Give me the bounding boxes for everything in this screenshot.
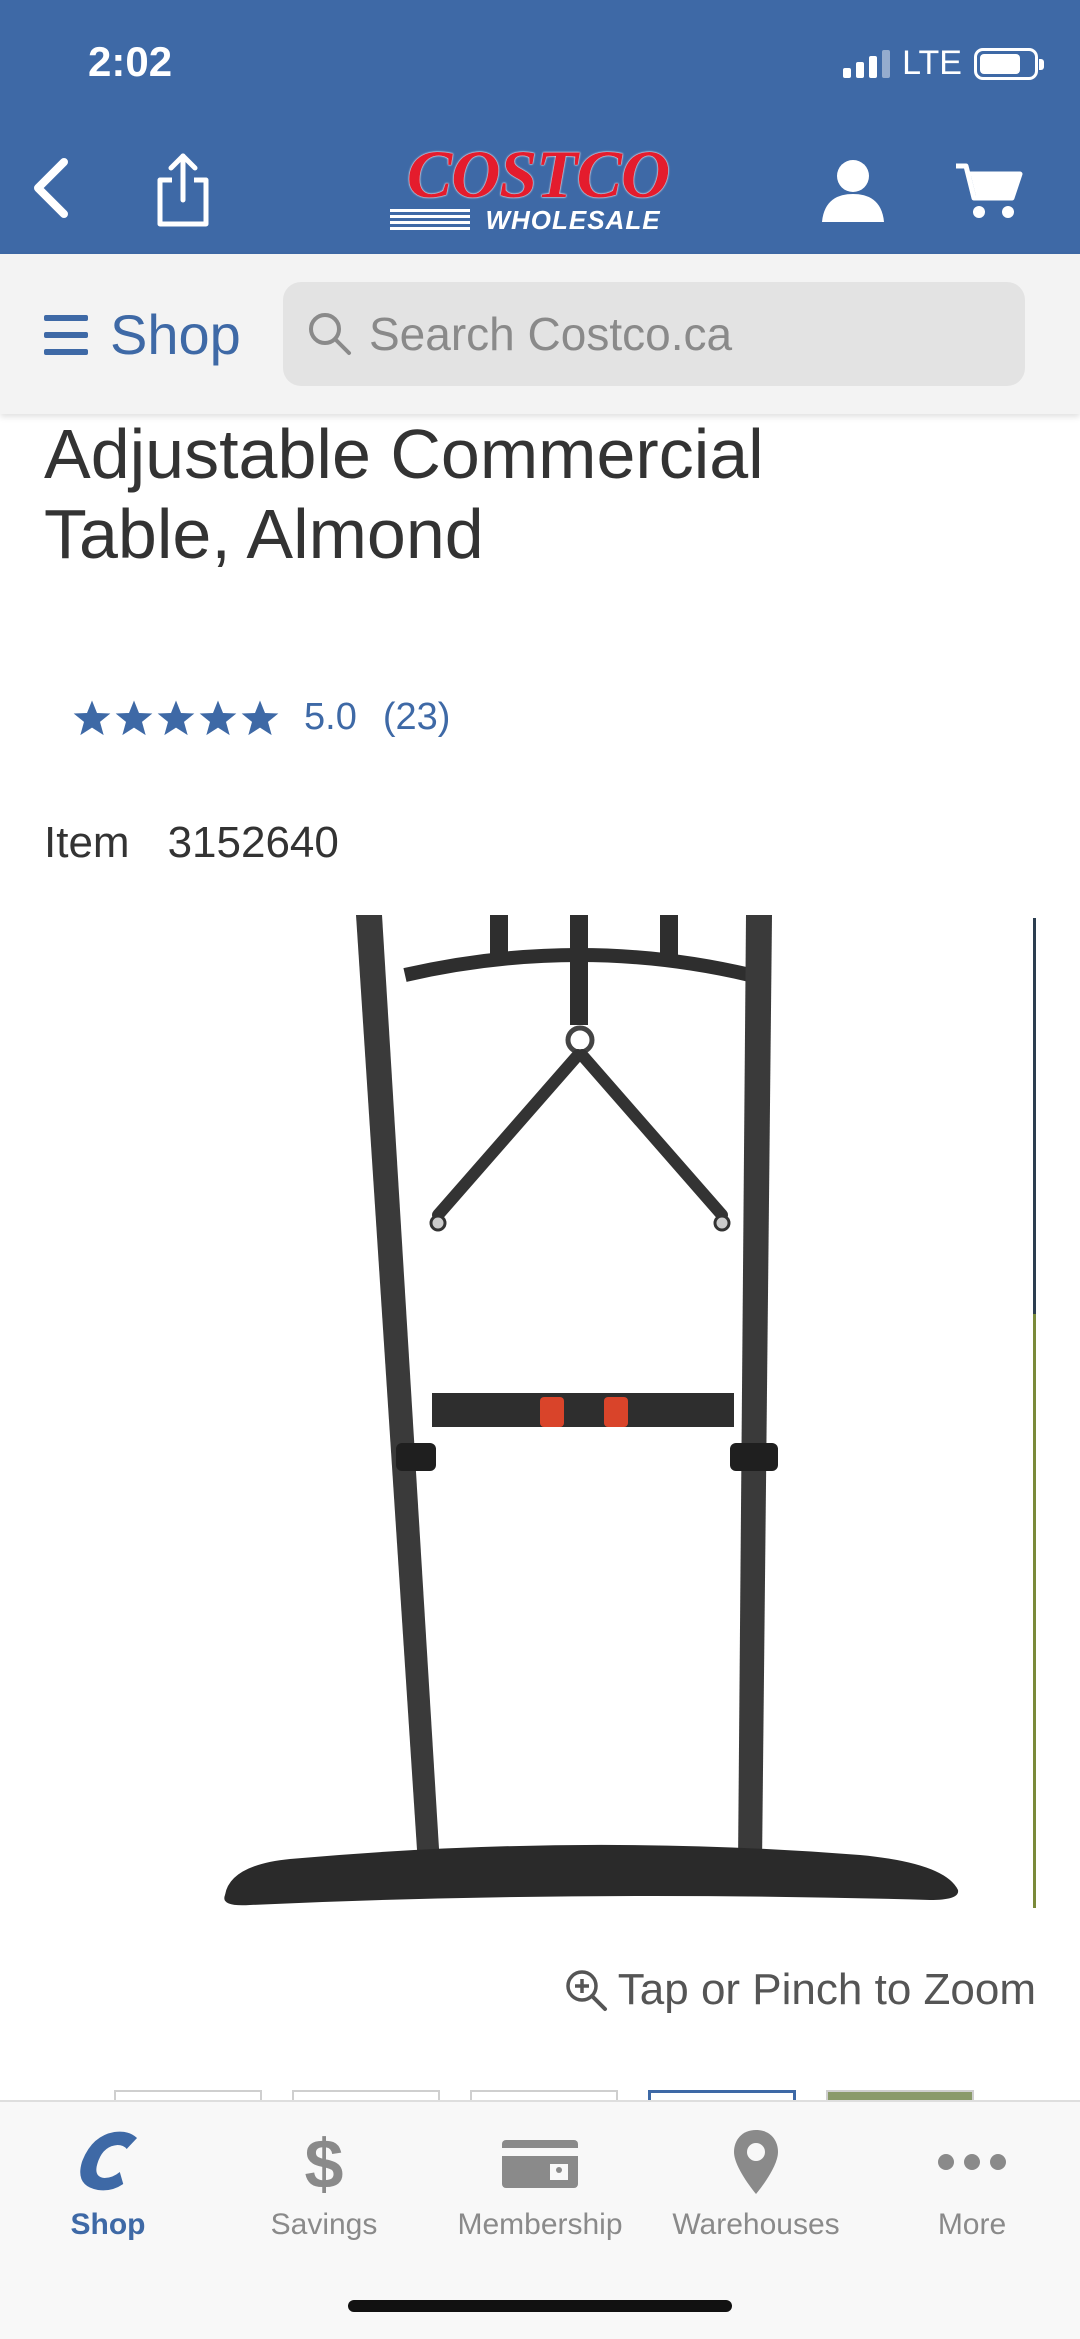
home-indicator	[348, 2300, 732, 2312]
thumbnail-strip	[0, 2090, 1080, 2100]
thumbnail[interactable]	[470, 2090, 618, 2100]
zoom-hint: Tap or Pinch to Zoom	[564, 1965, 1036, 2015]
thumbnail[interactable]	[292, 2090, 440, 2100]
battery-icon	[974, 47, 1044, 80]
shop-menu-label: Shop	[110, 303, 241, 366]
next-image-peek	[1033, 918, 1036, 1908]
costco-logo[interactable]: COSTCO WHOLESALE	[386, 136, 690, 235]
thumbnail[interactable]	[114, 2090, 262, 2100]
review-count[interactable]: (23)	[383, 696, 451, 739]
tab-warehouses[interactable]: Warehouses	[648, 2124, 864, 2254]
product-image[interactable]	[0, 915, 1040, 1915]
logo-subtitle: WHOLESALE	[485, 205, 661, 235]
tab-shop[interactable]: Shop	[0, 2124, 216, 2254]
svg-text:$: $	[305, 2125, 344, 2200]
star-icon	[157, 700, 195, 735]
back-icon[interactable]	[22, 152, 82, 224]
product-rating[interactable]: 5.0 (23)	[72, 696, 450, 739]
costco-c-icon	[80, 2131, 138, 2191]
more-dots-icon	[938, 2154, 1006, 2170]
app-header: 2:02 LTE COSTCO WHOLESALE	[0, 0, 1080, 254]
rating-value: 5.0	[304, 696, 357, 738]
tab-label: Savings	[270, 2208, 378, 2241]
hamburger-icon	[44, 314, 88, 355]
search-box[interactable]	[283, 282, 1025, 386]
search-icon	[309, 313, 351, 355]
star-rating	[72, 698, 280, 738]
tab-membership[interactable]: Membership	[432, 2124, 648, 2254]
tab-savings[interactable]: $ Savings	[216, 2124, 432, 2254]
zoom-hint-text: Tap or Pinch to Zoom	[617, 1965, 1036, 2014]
search-row: Shop	[0, 254, 1080, 414]
status-time: 2:02	[88, 38, 173, 85]
share-icon[interactable]	[152, 150, 214, 230]
tab-label: Warehouses	[672, 2208, 840, 2241]
thumbnail-active[interactable]	[648, 2090, 796, 2100]
tab-label: Membership	[457, 2208, 623, 2241]
thumbnail[interactable]	[826, 2090, 974, 2100]
product-page: 2:02 LTE COSTCO WHOLESALE Shop Search Co…	[0, 0, 1080, 2339]
tab-label: More	[937, 2208, 1007, 2241]
star-icon	[115, 700, 153, 735]
logo-wordmark: COSTCO	[406, 136, 670, 212]
account-icon[interactable]	[818, 156, 888, 224]
star-icon	[199, 700, 237, 735]
zoom-in-icon	[566, 1970, 607, 2011]
tab-more[interactable]: More	[864, 2124, 1080, 2254]
star-icon	[241, 700, 279, 735]
location-pin-icon	[734, 2130, 778, 2194]
product-title: Adjustable Commercial Table, Almond	[44, 415, 764, 573]
shop-menu-button[interactable]: Shop	[44, 302, 241, 367]
star-icon	[73, 700, 111, 735]
title-area: Adjustable Commercial Table, Almond	[0, 414, 1080, 584]
tab-label: Shop	[70, 2208, 146, 2241]
item-label: Item	[44, 818, 130, 867]
search-input[interactable]	[369, 307, 969, 361]
cart-icon[interactable]	[954, 160, 1024, 222]
status-indicators: LTE	[843, 44, 1044, 83]
item-number-value: 3152640	[167, 818, 339, 867]
cellular-signal-icon	[843, 49, 891, 78]
network-type: LTE	[902, 44, 962, 82]
item-number: Item 3152640	[44, 818, 339, 868]
dollar-icon: $	[305, 2125, 344, 2200]
membership-card-icon	[502, 2140, 578, 2188]
